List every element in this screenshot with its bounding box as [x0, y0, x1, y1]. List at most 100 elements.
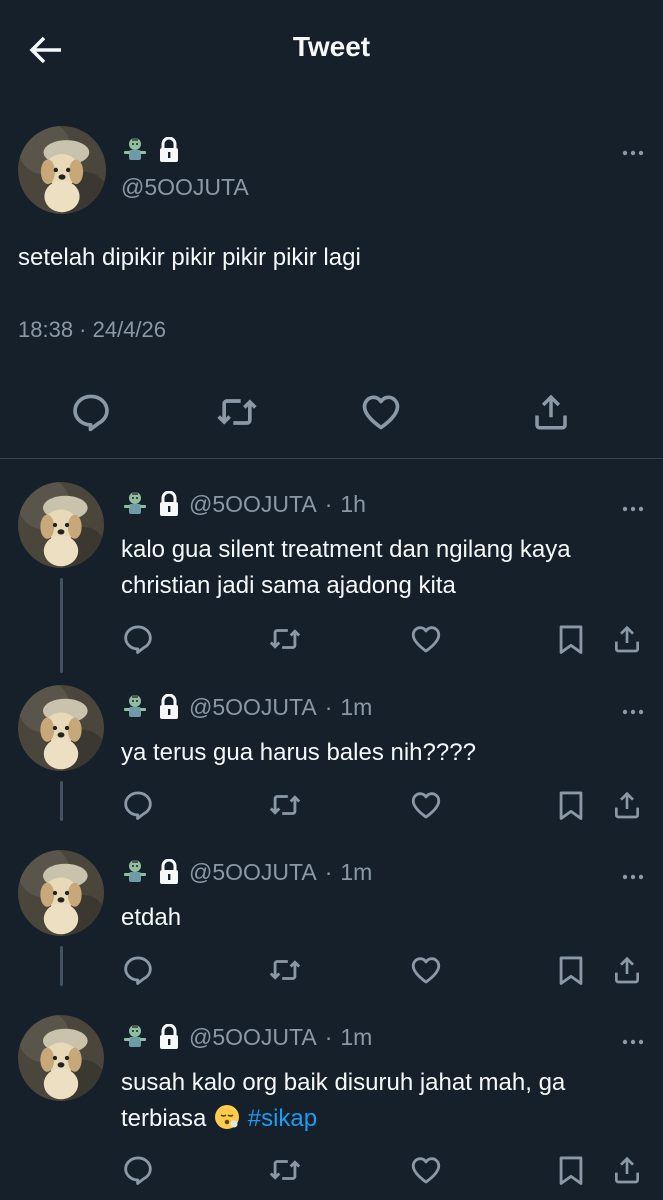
share-icon [611, 623, 643, 655]
tweet-text: setelah dipikir pikir pikir pikir lagi [18, 244, 361, 271]
bookmark-button[interactable] [551, 785, 591, 825]
separator: · [324, 858, 333, 885]
reply-tweet[interactable]: @5OOJUTA · 1h kalo gua silent treatment … [0, 470, 663, 675]
more-button[interactable] [621, 144, 645, 162]
retweet-icon [268, 1153, 302, 1187]
username[interactable]: @5OOJUTA [189, 1024, 317, 1051]
zombie-emoji [121, 858, 149, 886]
retweet-icon [268, 788, 302, 822]
reply-tweet[interactable]: @5OOJUTA · 1m susah kalo org baik disuru… [0, 1003, 663, 1200]
bookmark-button[interactable] [551, 950, 591, 990]
reply-button[interactable] [118, 950, 158, 990]
retweet-icon [215, 390, 259, 434]
like-icon [409, 953, 443, 987]
tweet-text: ya terus gua harus bales nih???? [121, 739, 476, 766]
lock-icon [157, 491, 181, 517]
share-button[interactable] [607, 950, 647, 990]
reply-button[interactable] [118, 785, 158, 825]
main-tweet: @5OOJUTA setelah dipikir pikir pikir pik… [0, 100, 663, 458]
avatar[interactable] [18, 482, 104, 568]
bookmark-button[interactable] [551, 1150, 591, 1190]
tweet-timestamp[interactable]: 18:38 · 24/4/26 [18, 317, 166, 343]
tweet-time[interactable]: 1m [340, 694, 372, 721]
username[interactable]: @5OOJUTA [189, 694, 317, 721]
like-icon [409, 622, 443, 656]
zombie-emoji [121, 693, 149, 721]
reply-icon [121, 622, 155, 656]
share-icon [530, 391, 572, 433]
more-icon [621, 708, 645, 716]
avatar[interactable] [18, 126, 106, 214]
more-button[interactable] [621, 868, 645, 886]
like-button[interactable] [406, 950, 446, 990]
thread-line [60, 781, 63, 821]
top-bar: Tweet [0, 0, 663, 100]
separator: · [324, 1023, 333, 1050]
bookmark-button[interactable] [551, 619, 591, 659]
tweet-text: susah kalo org baik disuruh jahat mah, g… [121, 1065, 651, 1137]
share-button[interactable] [526, 387, 576, 437]
retweet-button[interactable] [265, 785, 305, 825]
zombie-emoji [121, 490, 149, 518]
tweet-header: @5OOJUTA · 1h [121, 490, 366, 518]
retweet-button[interactable] [212, 387, 262, 437]
like-icon [409, 788, 443, 822]
lock-icon [157, 137, 181, 163]
zombie-emoji [121, 136, 149, 164]
share-icon [611, 1154, 643, 1186]
more-button[interactable] [621, 1033, 645, 1051]
more-button[interactable] [621, 703, 645, 721]
reply-button[interactable] [118, 1150, 158, 1190]
retweet-button[interactable] [265, 619, 305, 659]
tweet-header: @5OOJUTA · 1m [121, 858, 372, 886]
bookmark-icon [554, 622, 588, 656]
avatar[interactable] [18, 685, 104, 771]
like-button[interactable] [356, 387, 406, 437]
share-button[interactable] [607, 1150, 647, 1190]
more-icon [621, 505, 645, 513]
more-icon [621, 1038, 645, 1046]
username[interactable]: @5OOJUTA [121, 174, 249, 201]
share-button[interactable] [607, 785, 647, 825]
username[interactable]: @5OOJUTA [189, 859, 317, 886]
reply-icon [121, 1153, 155, 1187]
like-button[interactable] [406, 785, 446, 825]
retweet-button[interactable] [265, 950, 305, 990]
hashtag-link[interactable]: #sikap [248, 1105, 317, 1132]
like-button[interactable] [406, 619, 446, 659]
tweet-header: @5OOJUTA · 1m [121, 1023, 372, 1051]
reply-icon [69, 390, 113, 434]
avatar[interactable] [18, 850, 104, 936]
separator: · [324, 693, 333, 720]
zombie-emoji [121, 1023, 149, 1051]
retweet-icon [268, 622, 302, 656]
avatar[interactable] [18, 1015, 104, 1101]
reply-icon [121, 953, 155, 987]
lock-icon [157, 859, 181, 885]
divider [0, 458, 663, 459]
bookmark-icon [554, 953, 588, 987]
more-icon [621, 873, 645, 881]
tweet-time[interactable]: 1m [340, 1024, 372, 1051]
lock-icon [157, 1024, 181, 1050]
share-button[interactable] [607, 619, 647, 659]
tweet-actions [0, 387, 663, 437]
tweet-text-content: susah kalo org baik disuruh jahat mah, g… [121, 1069, 566, 1132]
username[interactable]: @5OOJUTA [189, 491, 317, 518]
tweet-time[interactable]: 1m [340, 859, 372, 886]
reply-tweet[interactable]: @5OOJUTA · 1m etdah [0, 838, 663, 1003]
face-exhaling-emoji [215, 1105, 240, 1129]
more-button[interactable] [621, 500, 645, 518]
display-name[interactable] [121, 136, 181, 164]
like-icon [409, 1153, 443, 1187]
share-icon [611, 789, 643, 821]
retweet-button[interactable] [265, 1150, 305, 1190]
reply-button[interactable] [118, 619, 158, 659]
bookmark-icon [554, 788, 588, 822]
reply-tweet[interactable]: @5OOJUTA · 1m ya terus gua harus bales n… [0, 673, 663, 838]
reply-button[interactable] [66, 387, 116, 437]
separator: · [324, 490, 333, 517]
lock-icon [157, 694, 181, 720]
like-button[interactable] [406, 1150, 446, 1190]
tweet-time[interactable]: 1h [340, 491, 366, 518]
